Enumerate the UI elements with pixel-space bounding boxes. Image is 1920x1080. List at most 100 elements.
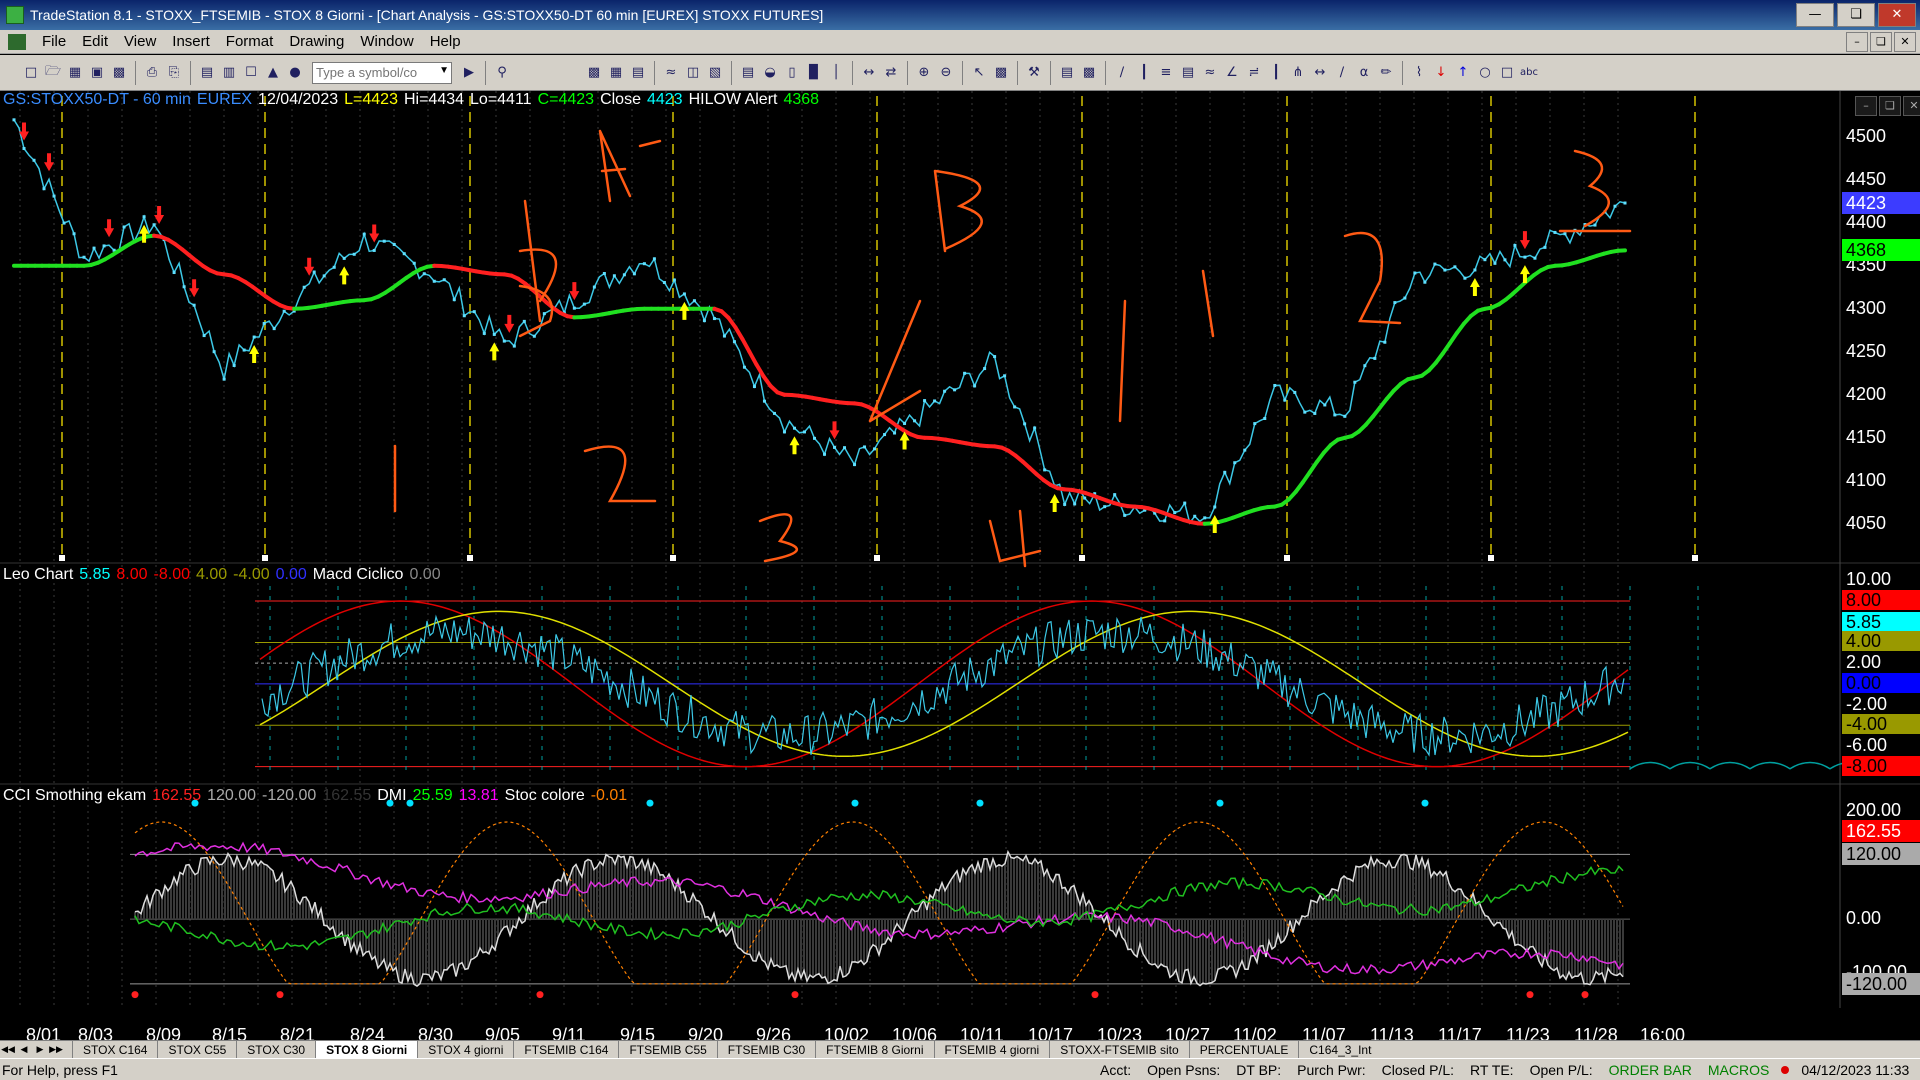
workspace-tab[interactable]: STOX 8 Giorni xyxy=(315,1040,418,1059)
workspace-tab[interactable]: STOXX-FTSEMIB sito xyxy=(1049,1040,1188,1059)
arrow-horizontal-icon[interactable]: ↔ xyxy=(1311,64,1329,82)
trendline-icon[interactable]: ∕ xyxy=(1113,64,1131,82)
workspace-tab[interactable]: FTSEMIB C30 xyxy=(716,1040,815,1059)
workspace-tab[interactable]: STOX 4 giorni xyxy=(417,1040,513,1059)
curve-icon[interactable]: ⌇ xyxy=(1410,64,1428,82)
zoom-in-icon[interactable]: ⊕ xyxy=(915,64,933,82)
cci-trough-dot xyxy=(791,991,799,999)
lock-icon[interactable]: ☐ xyxy=(242,64,260,82)
hand-annotation xyxy=(1201,269,1215,338)
candlestick-icon[interactable]: ▉ xyxy=(805,64,823,82)
options-icon[interactable]: ◒ xyxy=(761,64,779,82)
menu-window[interactable]: Window xyxy=(352,30,421,54)
menu-edit[interactable]: Edit xyxy=(74,30,116,54)
pointer-icon[interactable]: ↖ xyxy=(970,64,988,82)
order-bar-indicator[interactable]: ORDER BAR xyxy=(1601,1062,1700,1078)
data-window-icon[interactable]: ▩ xyxy=(992,64,1010,82)
chart-analysis-icon[interactable]: ≈ xyxy=(662,64,680,82)
new-file-icon[interactable]: □ xyxy=(22,64,40,82)
save-icon[interactable]: ▩ xyxy=(110,64,128,82)
tab-prev-icon[interactable]: ◀ xyxy=(17,1043,31,1057)
channel-icon[interactable]: ▤ xyxy=(1179,64,1197,82)
workspace-tab[interactable]: PERCENTUALE xyxy=(1188,1040,1299,1059)
alert-icon[interactable]: ▤ xyxy=(1058,64,1076,82)
radar-screen-icon[interactable]: ◫ xyxy=(684,64,702,82)
cycle-lines-icon[interactable]: ⍺ xyxy=(1355,64,1373,82)
pencil-icon[interactable]: ✏ xyxy=(1377,64,1395,82)
gann-fan-icon[interactable]: ∠ xyxy=(1223,64,1241,82)
speed-lines-icon[interactable]: ≓ xyxy=(1245,64,1263,82)
menu-view[interactable]: View xyxy=(116,30,164,54)
workspace-tab[interactable]: C164_3_Int xyxy=(1298,1040,1381,1059)
andrews-pitchfork-icon[interactable]: ⋔ xyxy=(1289,64,1307,82)
tab-first-icon[interactable]: ◀◀ xyxy=(1,1043,15,1057)
menu-help[interactable]: Help xyxy=(422,30,469,54)
price-bar-dot xyxy=(192,303,196,307)
save-workspace-icon[interactable]: ▦ xyxy=(66,64,84,82)
workspace-tab[interactable]: FTSEMIB C164 xyxy=(513,1040,618,1059)
rectangle-icon[interactable]: □ xyxy=(1498,64,1516,82)
symbol-search-icon[interactable]: ⚲ xyxy=(493,64,511,82)
matrix-icon[interactable]: ▧ xyxy=(706,64,724,82)
table-view-icon[interactable]: ▤ xyxy=(629,64,647,82)
chart-minimize-icon[interactable]: – xyxy=(1855,96,1877,116)
orders-icon[interactable]: ▩ xyxy=(1080,64,1098,82)
arrow-up-icon[interactable]: ↑ xyxy=(1454,64,1472,82)
horizontal-lines-icon[interactable]: ≡ xyxy=(1157,64,1175,82)
tab-next-icon[interactable]: ▶ xyxy=(33,1043,47,1057)
tools-icon[interactable]: ⚒ xyxy=(1025,64,1043,82)
workspace-tab[interactable]: FTSEMIB 8 Giorni xyxy=(815,1040,933,1059)
doc-restore-icon[interactable]: ❏ xyxy=(1870,32,1892,52)
retracement-icon[interactable]: ┃ xyxy=(1267,64,1285,82)
workspace-tab[interactable]: STOX C164 xyxy=(72,1040,157,1059)
macros-indicator[interactable]: MACROS xyxy=(1700,1062,1777,1078)
chevron-down-icon[interactable]: ▼ xyxy=(439,65,449,76)
print-icon[interactable]: ⎙ xyxy=(143,64,161,82)
price-bar-dot xyxy=(752,385,756,389)
go-arrow-icon[interactable]: ▶ xyxy=(460,64,478,82)
maximize-button[interactable]: ❏ xyxy=(1837,3,1875,27)
chart-close-icon[interactable]: ✕ xyxy=(1903,96,1920,116)
close-button[interactable]: ✕ xyxy=(1878,3,1916,27)
workspace-tab[interactable]: FTSEMIB 4 giorni xyxy=(933,1040,1050,1059)
expand-icon[interactable]: ↔ xyxy=(860,64,878,82)
text-tool-icon[interactable]: abc xyxy=(1520,64,1538,82)
open-folder-icon[interactable]: 🗁 xyxy=(44,64,62,82)
price-bar-dot xyxy=(833,445,837,449)
minimize-button[interactable]: — xyxy=(1796,3,1834,27)
scanner-icon[interactable]: ▤ xyxy=(739,64,757,82)
symbol-input[interactable] xyxy=(316,65,426,80)
menu-file[interactable]: File xyxy=(34,30,74,54)
compress-icon[interactable]: ⇄ xyxy=(882,64,900,82)
new-window-icon[interactable]: ▣ xyxy=(88,64,106,82)
bar-chart-icon[interactable]: ▯ xyxy=(783,64,801,82)
chart-window-icon[interactable] xyxy=(8,33,26,50)
workspace-tab[interactable]: FTSEMIB C55 xyxy=(618,1040,716,1059)
parallel-lines-icon[interactable]: ∕ xyxy=(1333,64,1351,82)
workspace-tab[interactable]: STOX C30 xyxy=(236,1040,315,1059)
print-preview-icon[interactable]: ⎘ xyxy=(165,64,183,82)
indicator-icon[interactable]: ▲ xyxy=(264,64,282,82)
line-chart-icon[interactable]: │ xyxy=(827,64,845,82)
fibonacci-icon[interactable]: ≈ xyxy=(1201,64,1219,82)
copy-icon[interactable]: ▤ xyxy=(198,64,216,82)
symbol-lookup-box[interactable]: ▼ xyxy=(312,61,452,84)
arrow-down-icon[interactable]: ↓ xyxy=(1432,64,1450,82)
vertical-lines-icon[interactable]: ┃ xyxy=(1135,64,1153,82)
menu-insert[interactable]: Insert xyxy=(164,30,218,54)
doc-close-icon[interactable]: ✕ xyxy=(1894,32,1916,52)
tradestation-app-icon xyxy=(6,6,24,24)
chart-restore-icon[interactable]: ❏ xyxy=(1879,96,1901,116)
chart-analysis-window[interactable]: GS:STOXX50-DT - 60 min EUREX 12/04/2023 L=4… xyxy=(0,91,1920,1047)
menu-drawing[interactable]: Drawing xyxy=(281,30,352,54)
zoom-out-icon[interactable]: ⊖ xyxy=(937,64,955,82)
grid-view-icon[interactable]: ▦ xyxy=(607,64,625,82)
menu-format[interactable]: Format xyxy=(218,30,282,54)
ellipse-icon[interactable]: ○ xyxy=(1476,64,1494,82)
workspace-icon[interactable]: ▩ xyxy=(585,64,603,82)
tab-last-icon[interactable]: ▶▶ xyxy=(49,1043,63,1057)
strategy-icon[interactable]: ● xyxy=(286,64,304,82)
doc-minimize-icon[interactable]: – xyxy=(1846,32,1868,52)
paste-icon[interactable]: ▥ xyxy=(220,64,238,82)
workspace-tab[interactable]: STOX C55 xyxy=(157,1040,236,1059)
